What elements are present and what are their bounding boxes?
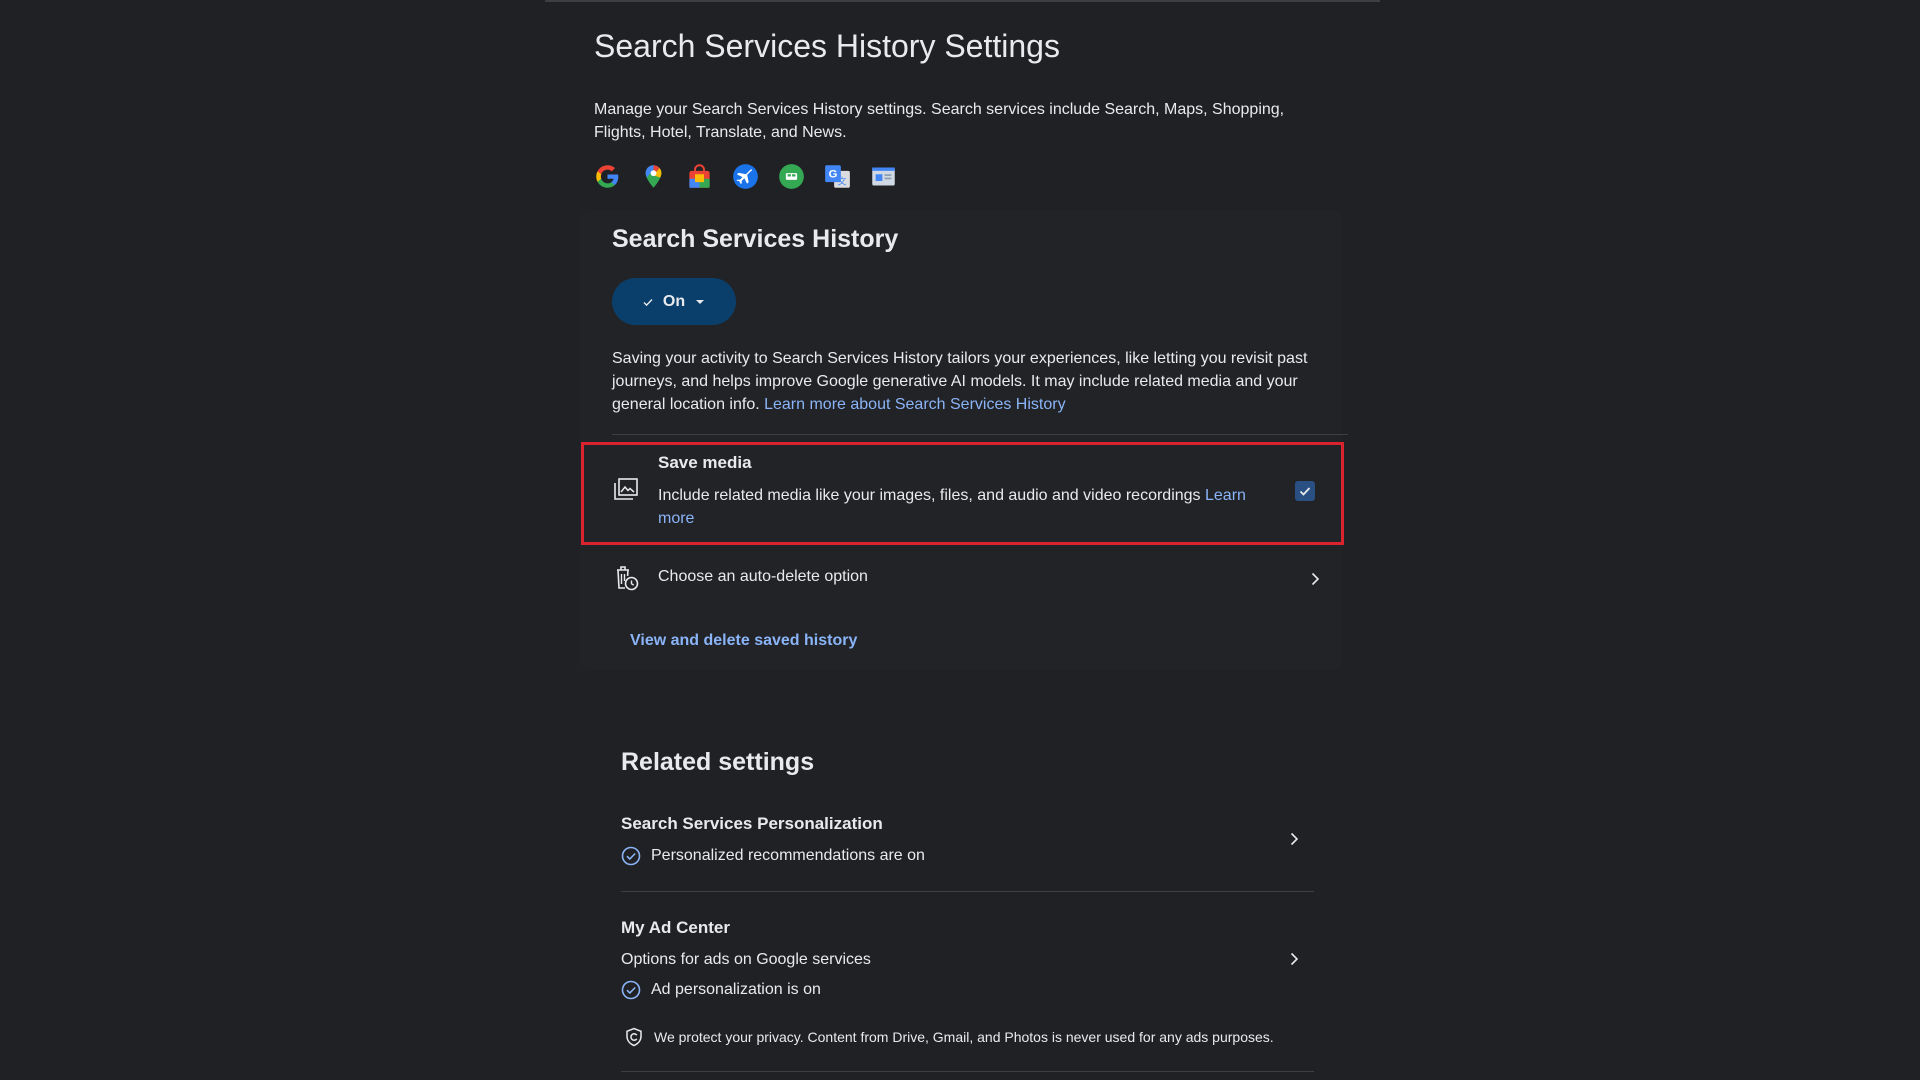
- settings-page: Search Services History Settings Manage …: [580, 0, 1348, 1080]
- svg-text:G: G: [829, 169, 838, 181]
- checkmark-icon: [1299, 487, 1311, 496]
- history-description: Saving your activity to Search Services …: [612, 347, 1337, 416]
- history-card-title: Search Services History: [612, 225, 899, 253]
- auto-delete-label: Choose an auto-delete option: [658, 568, 868, 585]
- chevron-right-icon: [1311, 572, 1320, 586]
- ad-center-title: My Ad Center: [621, 918, 730, 937]
- page-intro: Manage your Search Services History sett…: [594, 101, 1285, 141]
- save-media-description: Include related media like your images, …: [658, 484, 1278, 530]
- service-icons: G 文: [594, 163, 897, 190]
- auto-delete-icon: [617, 566, 639, 591]
- related-settings-title: Related settings: [621, 748, 815, 776]
- google-icon: [596, 165, 619, 188]
- auto-delete-row[interactable]: Choose an auto-delete option: [604, 558, 1334, 600]
- news-icon: [872, 167, 895, 186]
- page-title: Search Services History Settings: [594, 28, 1060, 64]
- flights-icon: [733, 164, 758, 189]
- dropdown-arrow-icon: [696, 299, 705, 304]
- divider: [612, 434, 1348, 435]
- personalization-status: Personalized recommendations are on: [651, 847, 925, 864]
- ad-center-subtitle: Options for ads on Google services: [621, 951, 871, 968]
- personalization-title: Search Services Personalization: [621, 814, 883, 833]
- history-toggle-button[interactable]: On: [612, 278, 736, 325]
- maps-icon: [645, 165, 662, 188]
- chevron-right-icon: [1290, 952, 1299, 966]
- ad-center-item[interactable]: My Ad Center Options for ads on Google s…: [621, 914, 1321, 1006]
- media-library-icon: [614, 478, 638, 500]
- learn-more-history-link[interactable]: Learn more about Search Services History: [764, 396, 1065, 413]
- svg-text:文: 文: [837, 175, 846, 186]
- shopping-icon: [689, 164, 710, 188]
- check-icon: [643, 298, 653, 306]
- check-circle-icon: [621, 846, 641, 866]
- shield-icon: [626, 1027, 642, 1047]
- translate-icon: G 文: [825, 165, 850, 188]
- save-media-title: Save media: [658, 453, 752, 472]
- view-delete-history-link[interactable]: View and delete saved history: [630, 632, 857, 650]
- ad-center-status: Ad personalization is on: [651, 981, 821, 998]
- check-circle-icon: [621, 980, 641, 1000]
- chevron-right-icon: [1290, 832, 1299, 846]
- save-media-description-text: Include related media like your images, …: [658, 487, 1201, 504]
- hotel-icon: [779, 164, 804, 189]
- history-toggle-label: On: [662, 292, 686, 310]
- divider: [621, 1071, 1314, 1072]
- privacy-note: We protect your privacy. Content from Dr…: [654, 1029, 1274, 1045]
- save-media-checkbox[interactable]: [1295, 481, 1315, 501]
- personalization-item[interactable]: Search Services Personalization Personal…: [621, 810, 1321, 880]
- divider: [621, 891, 1314, 892]
